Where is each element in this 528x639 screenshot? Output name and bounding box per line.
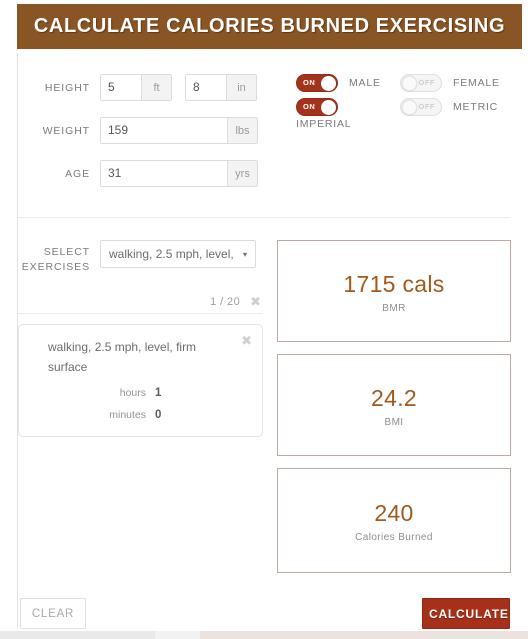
toggle-knob-icon: [402, 100, 417, 115]
height-label: HEIGHT: [44, 81, 90, 94]
female-toggle-label: FEMALE: [453, 77, 500, 89]
female-toggle-cell[interactable]: OFF FEMALE: [400, 74, 504, 92]
exercise-card: walking, 2.5 mph, level, firm surface ✖ …: [18, 324, 263, 437]
height-inches-input[interactable]: [186, 75, 226, 100]
weight-group[interactable]: lbs: [100, 117, 258, 144]
calories-burned-label: Calories Burned: [355, 532, 433, 543]
weight-field-row: WEIGHT lbs: [18, 117, 258, 144]
male-toggle-switch[interactable]: ON: [296, 74, 338, 92]
male-toggle-label: MALE: [349, 77, 381, 89]
age-field-row: AGE yrs: [18, 160, 258, 187]
gender-toggle-row: ON MALE OFF FEMALE: [296, 74, 526, 92]
toggle-knob-icon: [321, 76, 336, 91]
bottom-edge-strip-mid: [155, 631, 200, 639]
results-column: 1715 cals BMR 24.2 BMI 240 Calories Burn…: [277, 240, 511, 585]
metric-toggle-label: METRIC: [453, 101, 499, 113]
height-inches-group[interactable]: in: [185, 74, 257, 101]
exercise-card-title: walking, 2.5 mph, level, firm surface: [48, 340, 197, 374]
page-header: CALCULATE CALORIES BURNED EXERCISING: [17, 4, 522, 49]
age-input[interactable]: [101, 161, 227, 186]
bmi-label: BMI: [384, 416, 404, 428]
imperial-toggle-switch[interactable]: ON: [296, 98, 338, 116]
page-title: CALCULATE CALORIES BURNED EXERCISING: [33, 15, 506, 37]
exercise-counter: 1 / 20: [210, 295, 241, 308]
exercise-counter-row: 1 / 20 ✖: [18, 295, 263, 314]
male-toggle-state: ON: [303, 78, 316, 87]
height-feet-unit: ft: [141, 75, 171, 100]
select-exercises-label-line2: EXERCISES: [21, 261, 90, 273]
unit-and-gender-toggles: ON MALE OFF FEMALE ON IMPERIAL OFF METRI…: [296, 74, 526, 130]
footer-actions: CLEAR CALCULATE: [18, 598, 510, 631]
select-exercises-label: SELECT EXERCISES: [18, 240, 90, 275]
calories-burned-result-panel: 240 Calories Burned: [277, 468, 511, 573]
imperial-toggle-label: IMPERIAL: [296, 118, 352, 130]
exercise-hours-row: hours 1: [29, 387, 252, 399]
weight-input[interactable]: [101, 118, 227, 143]
calculate-button[interactable]: CALCULATE: [422, 598, 510, 629]
exercise-hours-value[interactable]: 1: [155, 387, 161, 399]
bottom-edge-strip-right: [200, 631, 528, 639]
female-toggle-switch[interactable]: OFF: [400, 74, 442, 92]
exercise-minutes-label: minutes: [109, 409, 146, 421]
height-feet-group[interactable]: ft: [100, 74, 172, 101]
calorie-calculator-page: CALCULATE CALORIES BURNED EXERCISING HEI…: [0, 0, 528, 639]
bmr-label: BMR: [382, 302, 406, 314]
exercise-selection-column: SELECT EXERCISES walking, 2.5 mph, level…: [18, 240, 263, 437]
imperial-toggle-cell[interactable]: ON IMPERIAL: [296, 98, 400, 130]
bmr-result-panel: 1715 cals BMR: [277, 240, 511, 342]
imperial-toggle-state: ON: [303, 102, 316, 111]
age-group[interactable]: yrs: [100, 160, 258, 187]
metric-toggle-state: OFF: [418, 102, 435, 111]
height-feet-input[interactable]: [101, 75, 141, 100]
section-divider: [18, 217, 510, 218]
weight-label: WEIGHT: [42, 124, 90, 137]
weight-unit: lbs: [227, 118, 257, 143]
male-toggle-cell[interactable]: ON MALE: [296, 74, 400, 92]
select-exercises-label-line1: SELECT: [43, 246, 90, 258]
toggle-knob-icon: [321, 100, 336, 115]
remove-exercise-icon[interactable]: ✖: [241, 334, 252, 347]
exercise-minutes-row: minutes 0: [29, 409, 252, 421]
age-unit: yrs: [227, 161, 257, 186]
bmr-value: 1715 cals: [343, 270, 445, 297]
units-toggle-row: ON IMPERIAL OFF METRIC: [296, 98, 526, 130]
measurements-form: HEIGHT ft in WEIGHT lbs AGE yrs: [18, 60, 522, 210]
calories-burned-value: 240: [374, 500, 414, 526]
exercise-hours-label: hours: [119, 387, 146, 399]
bmi-value: 24.2: [371, 384, 417, 411]
exercise-select-value: walking, 2.5 mph, level,: [109, 247, 234, 261]
chevron-down-icon: ▾: [242, 249, 247, 259]
metric-toggle-cell[interactable]: OFF METRIC: [400, 98, 504, 116]
metric-toggle-switch[interactable]: OFF: [400, 98, 442, 116]
select-exercises-row: SELECT EXERCISES walking, 2.5 mph, level…: [18, 240, 263, 275]
clear-all-exercises-icon[interactable]: ✖: [250, 295, 261, 308]
height-field-row: HEIGHT ft in: [18, 74, 257, 101]
exercise-select-dropdown[interactable]: walking, 2.5 mph, level, ▾: [100, 240, 256, 268]
height-inches-unit: in: [226, 75, 256, 100]
toggle-knob-icon: [402, 76, 417, 91]
age-label: AGE: [65, 167, 90, 180]
bmi-result-panel: 24.2 BMI: [277, 354, 511, 456]
exercise-minutes-value[interactable]: 0: [155, 409, 161, 421]
clear-button[interactable]: CLEAR: [20, 598, 86, 629]
female-toggle-state: OFF: [418, 78, 435, 87]
